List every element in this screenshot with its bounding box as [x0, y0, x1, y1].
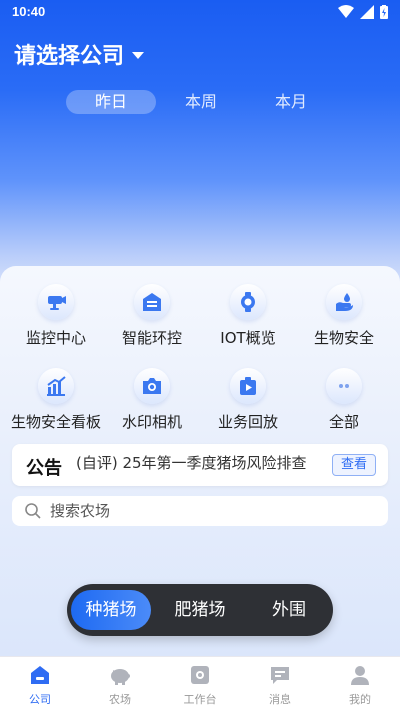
nav-company[interactable]: 公司	[0, 661, 80, 711]
notice-bar[interactable]: 公告 (自评) 25年第一季度猪场风险排查 查看	[12, 444, 388, 486]
func-label: IOT概览	[220, 329, 276, 347]
nav-label: 工作台	[183, 693, 217, 706]
func-label: 生物安全看板	[10, 413, 101, 431]
bottom-nav: 公司 农场 工作台 消息 我的	[0, 656, 400, 712]
company-select[interactable]: 请选择公司	[14, 38, 145, 70]
signal-icon	[360, 5, 374, 19]
search-input[interactable]	[50, 502, 350, 520]
more-dots-icon	[326, 368, 362, 404]
nav-workbench[interactable]: 工作台	[160, 661, 240, 711]
nav-mine[interactable]: 我的	[320, 661, 400, 711]
search-icon	[25, 503, 41, 519]
func-watermark-camera[interactable]: 水印相机	[102, 368, 202, 438]
farm-type-switch: 种猪场 肥猪场 外围	[67, 584, 333, 636]
notice-text: (自评) 25年第一季度猪场风险排查	[76, 454, 307, 472]
func-biosecurity[interactable]: 生物安全	[294, 284, 394, 354]
nav-label: 公司	[29, 693, 51, 706]
tab-breeding-farm[interactable]: 种猪场	[71, 590, 151, 630]
home-icon	[31, 666, 49, 684]
func-label: 业务回放	[217, 413, 278, 431]
bar-chart-icon	[38, 368, 74, 404]
company-select-label: 请选择公司	[14, 44, 125, 69]
func-label: 全部	[328, 413, 359, 431]
notice-view-button[interactable]: 查看	[332, 454, 376, 476]
status-time: 10:40	[12, 4, 46, 19]
func-label: 智能环控	[121, 329, 182, 347]
func-smart-env-control[interactable]: 智能环控	[102, 284, 202, 354]
nav-farm[interactable]: 农场	[80, 661, 160, 711]
camera-icon	[38, 284, 74, 320]
nav-messages[interactable]: 消息	[240, 661, 320, 711]
wifi-icon	[338, 5, 354, 18]
notice-title: 公告	[26, 458, 62, 479]
status-bar: 10:40	[0, 0, 400, 24]
nav-label: 消息	[269, 693, 291, 706]
workbench-icon	[191, 666, 209, 684]
hand-drop-icon	[326, 284, 362, 320]
photo-camera-icon	[134, 368, 170, 404]
func-monitor-center[interactable]: 监控中心	[6, 284, 106, 354]
period-tabs: 昨日 本周 本月	[66, 90, 336, 114]
function-grid: 监控中心 智能环控 IOT概览 生物安全 生物安全看板 水印相机 业务回放 全部	[0, 282, 400, 442]
func-label: 水印相机	[121, 413, 182, 431]
status-icons	[338, 4, 388, 20]
func-biosecurity-board[interactable]: 生物安全看板	[6, 368, 106, 438]
playback-icon	[230, 368, 266, 404]
func-label: 生物安全	[313, 329, 374, 347]
func-label: 监控中心	[25, 329, 86, 347]
user-icon	[351, 666, 369, 685]
message-icon	[271, 667, 289, 684]
func-iot-overview[interactable]: IOT概览	[198, 284, 298, 354]
func-business-playback[interactable]: 业务回放	[198, 368, 298, 438]
func-all[interactable]: 全部	[294, 368, 394, 438]
nav-label: 我的	[349, 693, 371, 706]
house-control-icon	[134, 284, 170, 320]
caret-down-icon	[132, 51, 145, 59]
tab-this-week[interactable]: 本周	[156, 90, 246, 114]
tab-periphery[interactable]: 外围	[249, 590, 329, 630]
search-bar[interactable]	[12, 496, 388, 526]
pig-icon	[111, 669, 130, 685]
tab-this-month[interactable]: 本月	[246, 90, 336, 114]
tab-fattening-farm[interactable]: 肥猪场	[160, 590, 240, 630]
iot-watch-icon	[230, 284, 266, 320]
nav-label: 农场	[109, 693, 131, 706]
tab-yesterday[interactable]: 昨日	[66, 90, 156, 114]
battery-icon	[380, 5, 388, 19]
